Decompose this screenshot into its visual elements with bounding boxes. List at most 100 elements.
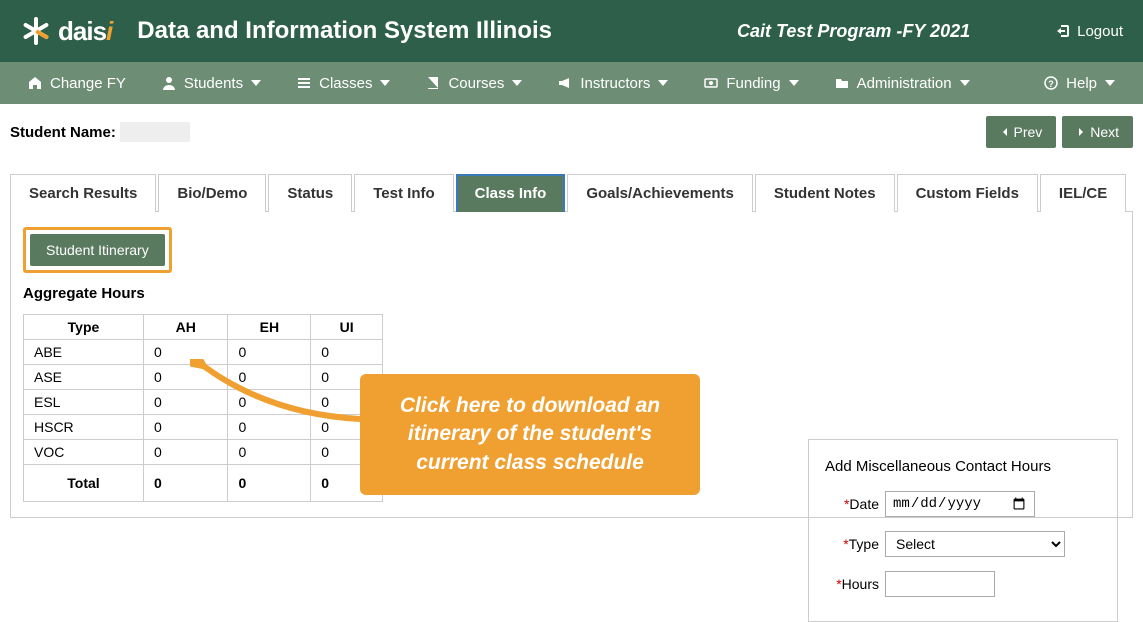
cell-ah: 0 [144, 390, 228, 415]
nav-courses-label: Courses [448, 75, 504, 92]
col-ah: AH [144, 315, 228, 340]
program-name: Cait Test Program -FY 2021 [637, 21, 970, 42]
logout-icon [1055, 23, 1071, 39]
tab-status[interactable]: Status [268, 174, 352, 212]
nav-help[interactable]: ? Help [1026, 65, 1133, 102]
cell-eh: 0 [228, 390, 311, 415]
student-name-value [120, 122, 190, 142]
person-icon [162, 76, 176, 90]
cell-ah: 0 [144, 415, 228, 440]
table-total-row: Total 0 0 0 [24, 465, 383, 502]
nav-help-label: Help [1066, 75, 1097, 92]
app-header: daisi Data and Information System Illino… [0, 0, 1143, 62]
cell-type: VOC [24, 440, 144, 465]
prev-button[interactable]: Prev [986, 116, 1057, 148]
nav-students-label: Students [184, 75, 243, 92]
table-row: HSCR000 [24, 415, 383, 440]
misc-contact-hours-panel: Add Miscellaneous Contact Hours *Date *T… [808, 439, 1118, 622]
cell-eh: 0 [228, 340, 311, 365]
nav-instructors-label: Instructors [580, 75, 650, 92]
student-name-label: Student Name: [10, 124, 116, 141]
table-row: ESL000 [24, 390, 383, 415]
cell-eh: 0 [228, 440, 311, 465]
misc-hours-label: Hours [842, 576, 879, 592]
nav-administration-label: Administration [857, 75, 952, 92]
prev-label: Prev [1014, 124, 1043, 140]
logo[interactable]: daisi [20, 15, 112, 47]
tab-test-info[interactable]: Test Info [354, 174, 453, 212]
caret-down-icon [658, 80, 668, 86]
tab-bar: Search Results Bio/Demo Status Test Info… [10, 173, 1133, 212]
misc-date-input[interactable] [885, 491, 1035, 517]
misc-type-label: Type [849, 536, 879, 552]
tab-goals[interactable]: Goals/Achievements [567, 174, 753, 212]
tab-class-info[interactable]: Class Info [456, 174, 566, 212]
asterisk-icon [20, 15, 52, 47]
nav-funding[interactable]: Funding [686, 65, 816, 102]
cell-ah: 0 [144, 340, 228, 365]
nav-classes-label: Classes [319, 75, 372, 92]
logo-text-b: i [106, 16, 112, 46]
tab-search-results[interactable]: Search Results [10, 174, 156, 212]
caret-down-icon [1105, 80, 1115, 86]
home-icon [28, 76, 42, 90]
cell-ah: 0 [144, 365, 228, 390]
table-row: ABE000 [24, 340, 383, 365]
logo-text-a: dais [58, 16, 106, 46]
chevron-left-icon [1000, 127, 1010, 137]
caret-down-icon [512, 80, 522, 86]
folder-icon [835, 76, 849, 90]
cell-type: ABE [24, 340, 144, 365]
money-icon [704, 76, 718, 90]
caret-down-icon [789, 80, 799, 86]
cell-eh: 0 [228, 415, 311, 440]
logout-link[interactable]: Logout [1055, 23, 1123, 40]
tab-custom-fields[interactable]: Custom Fields [897, 174, 1038, 212]
nav-instructors[interactable]: Instructors [540, 65, 686, 102]
cell-ah: 0 [144, 440, 228, 465]
logout-label: Logout [1077, 23, 1123, 40]
itinerary-highlight: Student Itinerary [23, 227, 172, 273]
student-topbar: Student Name: Prev Next [10, 116, 1133, 148]
app-title: Data and Information System Illinois [137, 17, 552, 45]
aggregate-hours-table: Type AH EH UI ABE000ASE000ESL000HSCR000V… [23, 314, 383, 502]
nav-administration[interactable]: Administration [817, 65, 988, 102]
book-icon [426, 76, 440, 90]
misc-type-select[interactable]: Select [885, 531, 1065, 557]
col-ui: UI [311, 315, 383, 340]
nav-courses[interactable]: Courses [408, 65, 540, 102]
misc-hours-input[interactable] [885, 571, 995, 597]
cell-ui: 0 [311, 340, 383, 365]
cell-type: ESL [24, 390, 144, 415]
total-eh: 0 [228, 465, 311, 502]
table-header-row: Type AH EH UI [24, 315, 383, 340]
table-row: ASE000 [24, 365, 383, 390]
svg-text:?: ? [1048, 79, 1054, 89]
nav-students[interactable]: Students [144, 65, 279, 102]
list-icon [297, 76, 311, 90]
total-label: Total [24, 465, 144, 502]
student-itinerary-button[interactable]: Student Itinerary [30, 234, 165, 266]
tab-bio-demo[interactable]: Bio/Demo [158, 174, 266, 212]
main-nav: Change FY Students Classes Courses Instr… [0, 62, 1143, 104]
megaphone-icon [558, 76, 572, 90]
page-content: Student Name: Prev Next Search Results B… [0, 104, 1143, 538]
nav-funding-label: Funding [726, 75, 780, 92]
caret-down-icon [380, 80, 390, 86]
total-ah: 0 [144, 465, 228, 502]
tab-student-notes[interactable]: Student Notes [755, 174, 895, 212]
next-button[interactable]: Next [1062, 116, 1133, 148]
table-row: VOC000 [24, 440, 383, 465]
instruction-callout: Click here to download an itinerary of t… [360, 374, 700, 495]
tab-iel-ce[interactable]: IEL/CE [1040, 174, 1126, 212]
cell-type: ASE [24, 365, 144, 390]
misc-title: Add Miscellaneous Contact Hours [825, 458, 1101, 475]
next-label: Next [1090, 124, 1119, 140]
aggregate-hours-title: Aggregate Hours [23, 285, 1120, 302]
caret-down-icon [960, 80, 970, 86]
nav-change-fy[interactable]: Change FY [10, 65, 144, 102]
question-icon: ? [1044, 76, 1058, 90]
cell-type: HSCR [24, 415, 144, 440]
nav-classes[interactable]: Classes [279, 65, 408, 102]
col-type: Type [24, 315, 144, 340]
